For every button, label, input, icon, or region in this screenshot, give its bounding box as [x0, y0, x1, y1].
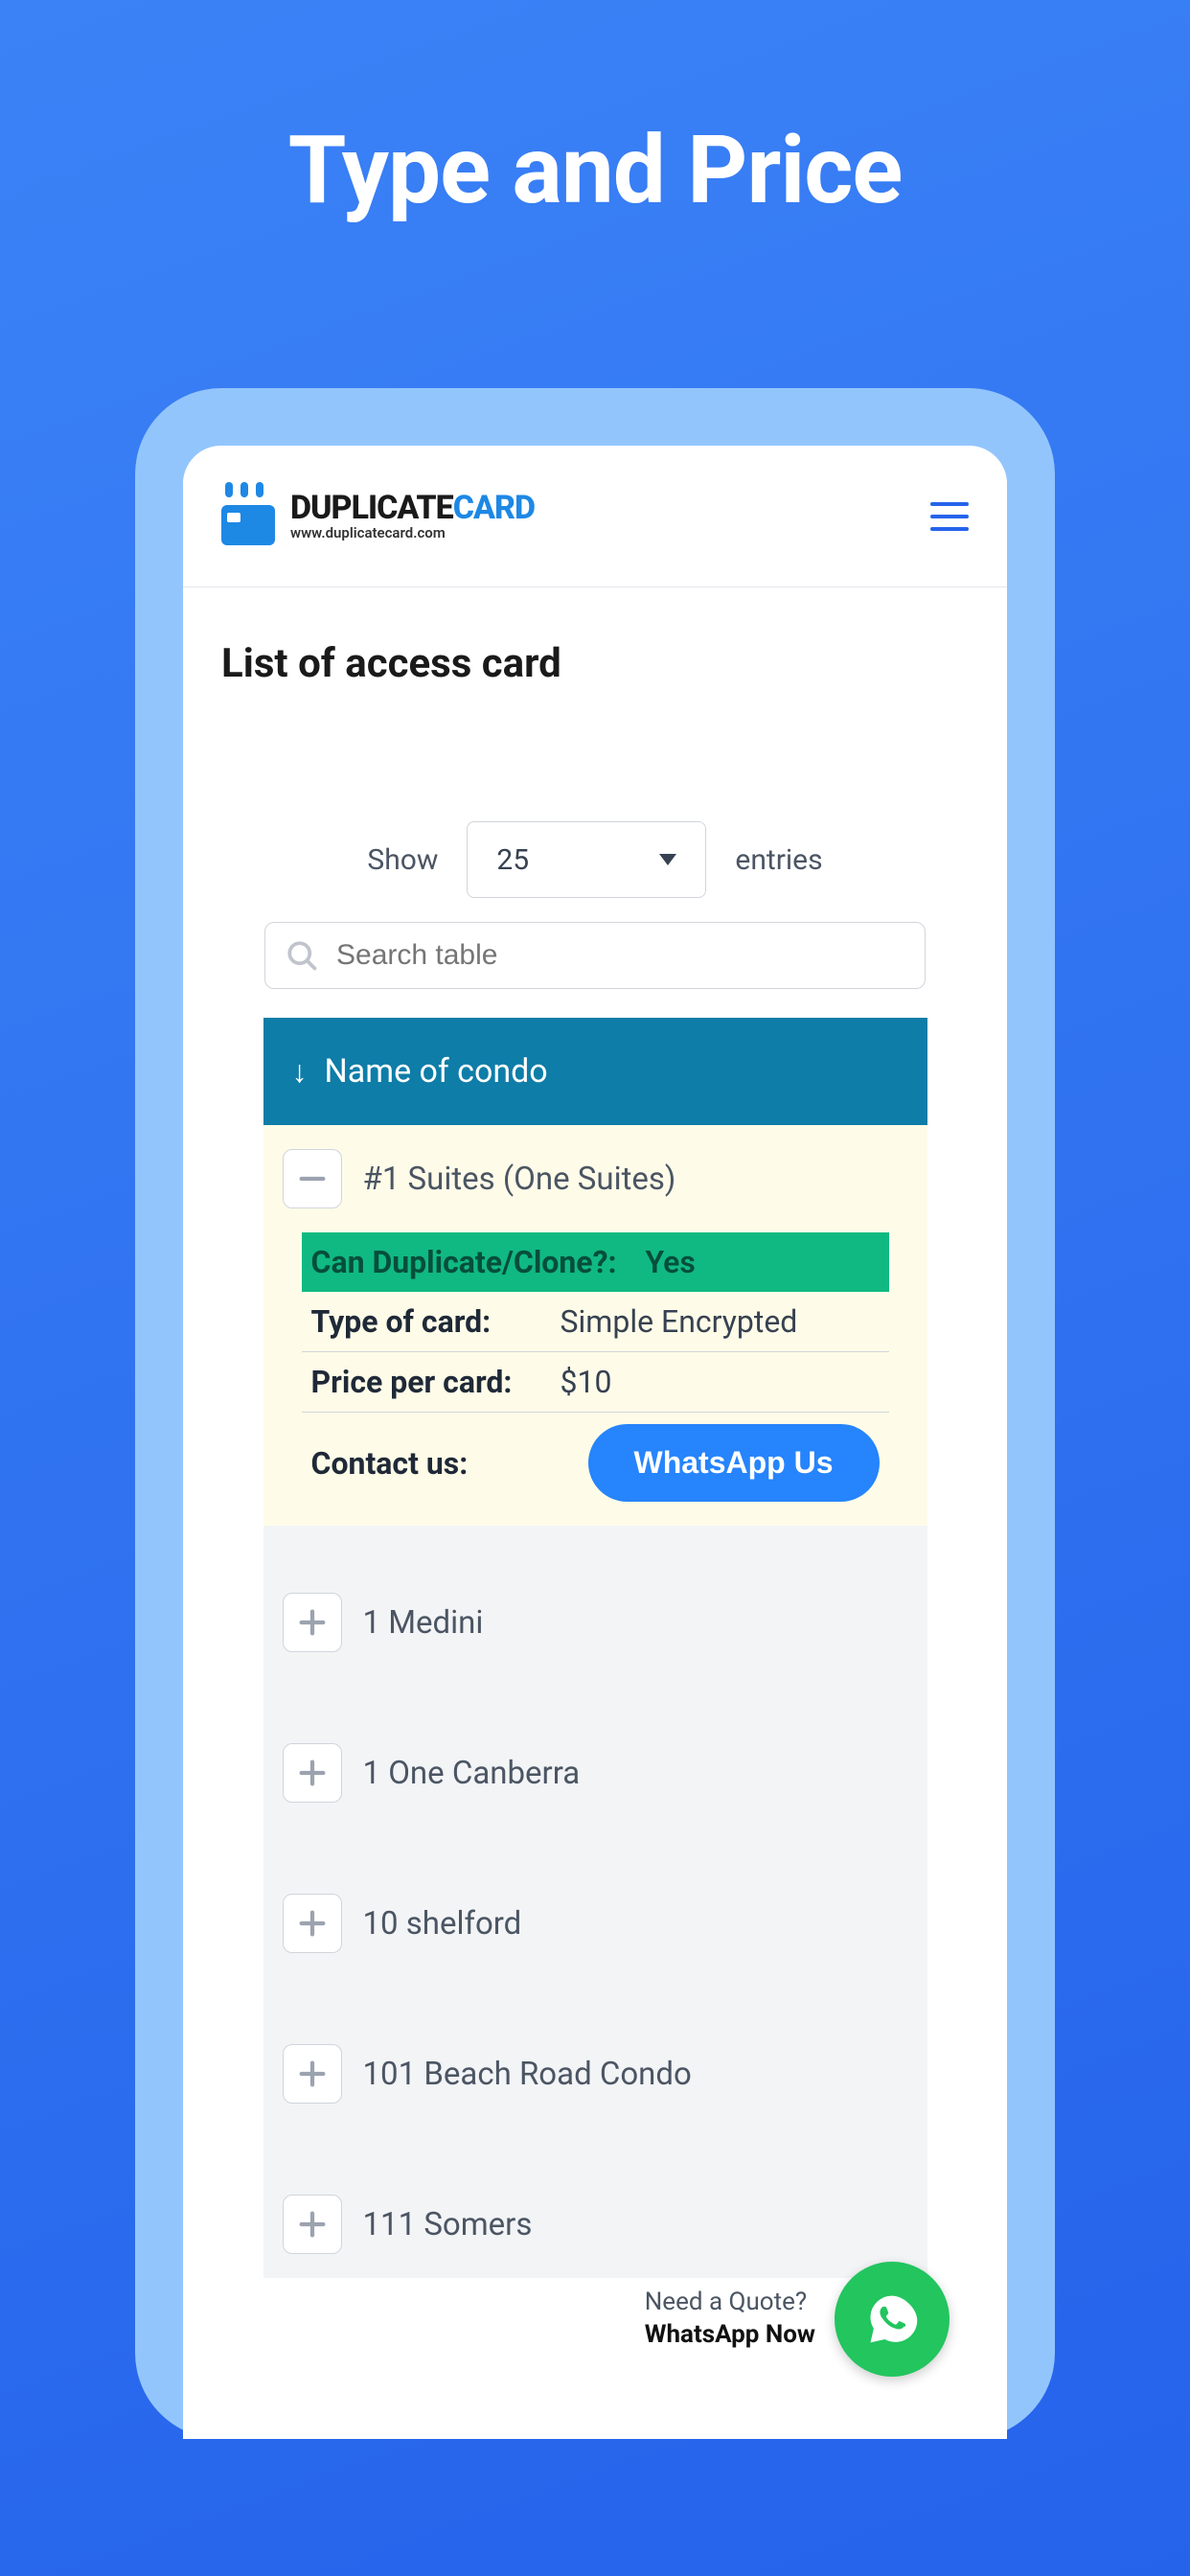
detail-label: Contact us: [311, 1445, 532, 1482]
logo[interactable]: DUPLICATECARD www.duplicatecard.com [221, 488, 535, 545]
table-row-expanded[interactable]: #1 Suites (One Suites) [263, 1125, 927, 1232]
condos-table: ↓ Name of condo #1 Suites (One Suites) C… [263, 1018, 927, 2278]
page-title: List of access card [221, 640, 969, 687]
detail-price: Price per card: $10 [302, 1352, 889, 1413]
whatsapp-fab-group: Need a Quote? WhatsApp Now [645, 2262, 950, 2377]
expand-button[interactable] [283, 1593, 342, 1652]
row-name: 1 Medini [363, 1604, 484, 1642]
menu-icon[interactable] [930, 502, 969, 531]
logo-icon [221, 488, 279, 545]
top-bar: DUPLICATECARD www.duplicatecard.com [183, 446, 1007, 587]
detail-label: Can Duplicate/Clone?: [311, 1244, 617, 1280]
detail-label: Type of card: [311, 1303, 532, 1340]
detail-value: $10 [561, 1364, 612, 1400]
fab-text: Need a Quote? WhatsApp Now [645, 2287, 815, 2352]
detail-contact: Contact us: WhatsApp Us [302, 1413, 889, 1502]
hero-title: Type and Price [288, 115, 903, 225]
table-row[interactable]: 10 shelford [263, 1870, 927, 1977]
detail-type: Type of card: Simple Encrypted [302, 1292, 889, 1352]
row-name: 111 Somers [363, 2206, 533, 2243]
table-row[interactable]: 101 Beach Road Condo [263, 2020, 927, 2128]
detail-value: Yes [646, 1244, 696, 1280]
detail-label: Price per card: [311, 1364, 532, 1400]
expand-button[interactable] [283, 2044, 342, 2104]
show-label: Show [367, 843, 438, 877]
whatsapp-icon [863, 2290, 921, 2348]
search-input[interactable] [336, 939, 905, 972]
whatsapp-fab[interactable] [835, 2262, 950, 2377]
row-name: #1 Suites (One Suites) [363, 1161, 676, 1198]
phone-shell: DUPLICATECARD www.duplicatecard.com List… [135, 388, 1055, 2439]
table-row[interactable]: 1 One Canberra [263, 1719, 927, 1827]
row-name: 1 One Canberra [363, 1755, 581, 1792]
expand-button[interactable] [283, 1894, 342, 1953]
table-header-name[interactable]: ↓ Name of condo [263, 1018, 927, 1125]
expand-button[interactable] [283, 2195, 342, 2254]
collapse-button[interactable] [283, 1149, 342, 1208]
row-name: 10 shelford [363, 1905, 522, 1943]
logo-text-2: CARD [453, 489, 535, 527]
expand-button[interactable] [283, 1743, 342, 1803]
entries-control: Show 25 entries [221, 821, 969, 898]
phone-screen: DUPLICATECARD www.duplicatecard.com List… [183, 446, 1007, 2439]
row-name: 101 Beach Road Condo [363, 2056, 692, 2093]
fab-line2: WhatsApp Now [645, 2319, 815, 2352]
row-details: Can Duplicate/Clone?: Yes Type of card: … [263, 1232, 927, 1526]
header-label: Name of condo [325, 1052, 548, 1091]
entries-select[interactable]: 25 [467, 821, 706, 898]
detail-value: Simple Encrypted [561, 1303, 798, 1340]
logo-text-1: DUPLICATE [290, 489, 453, 527]
search-box[interactable] [264, 922, 926, 989]
chevron-down-icon [659, 854, 676, 865]
search-icon [285, 938, 319, 973]
sort-arrow-icon: ↓ [292, 1053, 308, 1090]
entries-value: 25 [496, 843, 529, 877]
fab-line1: Need a Quote? [645, 2287, 815, 2319]
logo-subtitle: www.duplicatecard.com [290, 526, 535, 540]
whatsapp-button[interactable]: WhatsApp Us [588, 1424, 880, 1502]
entries-label: entries [735, 843, 822, 877]
table-row[interactable]: 1 Medini [263, 1569, 927, 1676]
detail-duplicate: Can Duplicate/Clone?: Yes [302, 1232, 889, 1292]
